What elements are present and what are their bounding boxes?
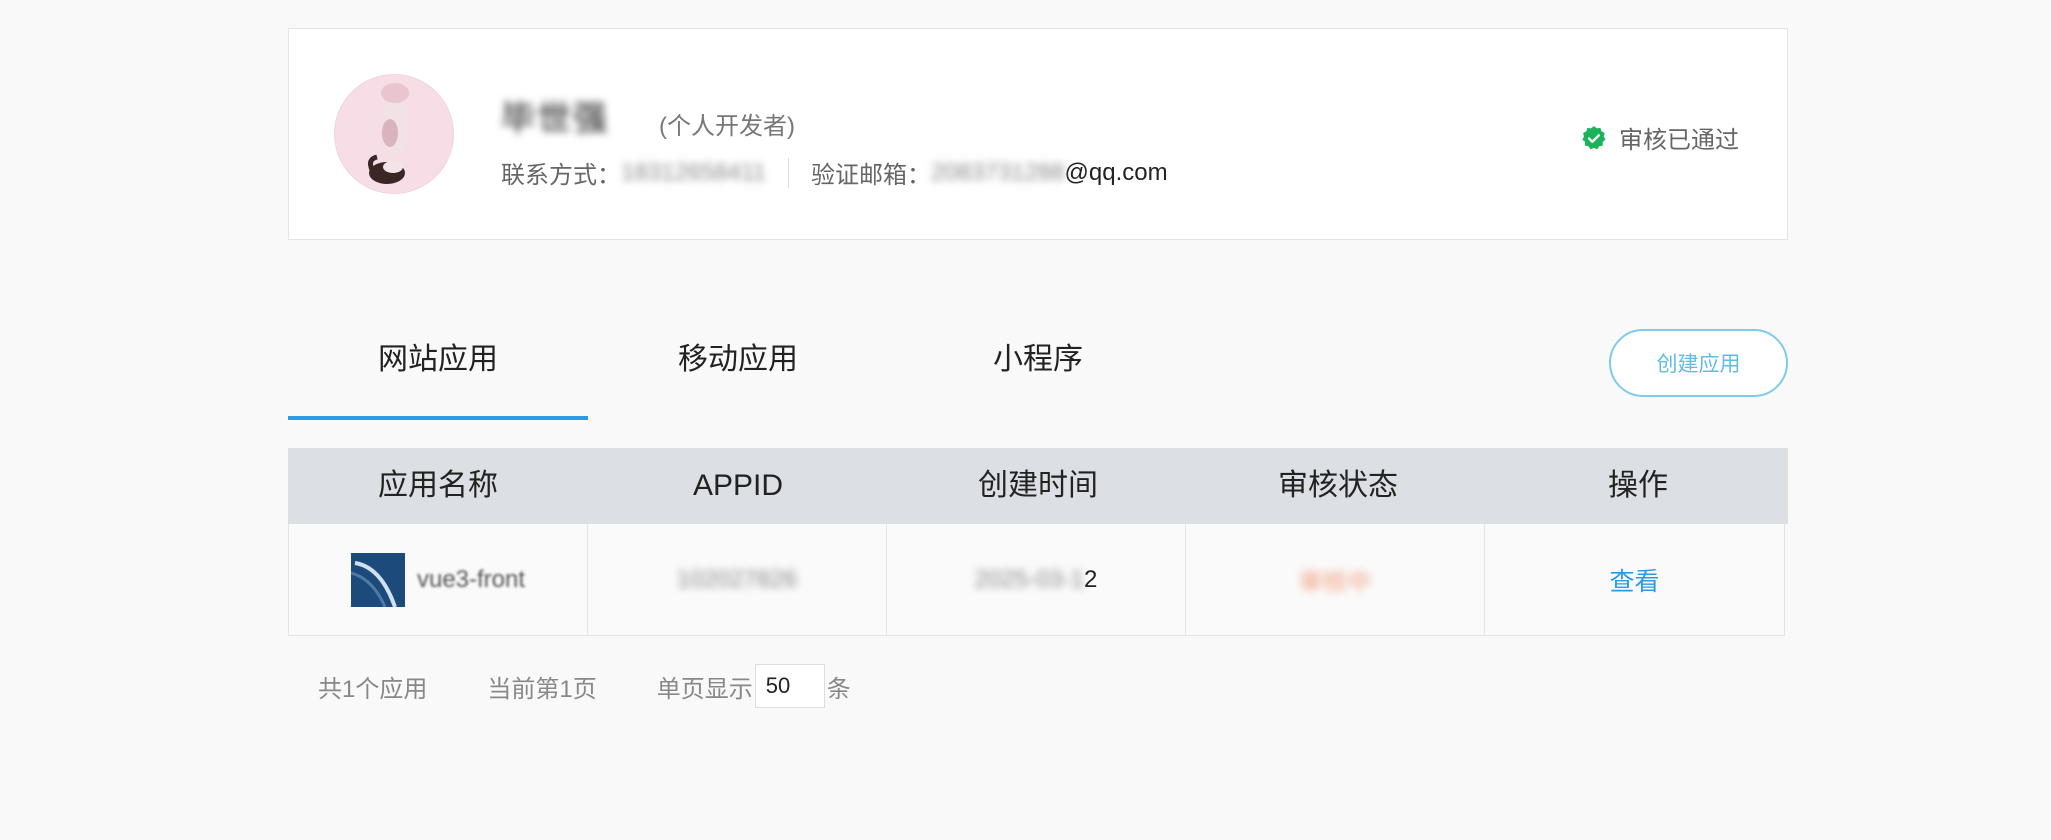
developer-role: (个人开发者) [659,113,795,140]
review-status: 审核已通过 [1581,120,1739,155]
tab-mini-programs[interactable]: 小程序 [888,328,1188,424]
app-icon [350,552,405,607]
cell-created-time: 2025-03-1 2 [887,524,1186,635]
app-type-tabs: 网站应用 移动应用 小程序 [288,328,1188,424]
tab-website-apps[interactable]: 网站应用 [288,328,588,424]
created-time-masked: 2025-03-1 [974,565,1085,593]
table-row: vue3-front 102027826 2025-03-1 2 审核中 查看 [288,524,1785,636]
developer-name-text: 毕世强 [501,100,609,138]
current-page: 当前第1页 [487,675,597,703]
developer-name: 毕世强 [501,91,631,138]
header-actions: 操作 [1608,469,1668,502]
review-status-text: 审核已通过 [1619,127,1739,154]
total-apps: 共1个应用 [318,675,428,703]
email-label: 验证邮箱： [811,162,932,189]
create-app-button[interactable]: 创建应用 [1609,329,1788,397]
per-page-input[interactable] [754,664,825,708]
header-appid: APPID [692,469,784,502]
cell-actions: 查看 [1485,524,1784,635]
created-time-tail: 2 [1084,565,1098,593]
cell-review-status: 审核中 [1186,524,1485,635]
avatar [334,74,454,194]
header-review-status: 审核状态 [1278,469,1398,502]
per-page-unit: 条 [826,675,851,703]
tab-mobile-apps[interactable]: 移动应用 [588,328,888,424]
cell-app-name: vue3-front [289,524,588,635]
developer-profile-card: 毕世强 (个人开发者) 联系方式： 18312658411 验证邮箱： 2083… [288,28,1788,240]
app-name-text: vue3-front [416,565,526,593]
cell-appid: 102027826 [588,524,887,635]
table-header: 应用名称 APPID 创建时间 审核状态 操作 [288,448,1788,524]
per-page-label: 单页显示 [656,675,753,703]
view-app-link[interactable]: 查看 [1609,562,1659,598]
apps-table: 应用名称 APPID 创建时间 审核状态 操作 vue3-front 10202… [288,448,1788,636]
cat-avatar-icon [335,75,453,193]
email-domain: @qq.com [1064,158,1168,186]
contact-value: 18312658411 [621,158,767,186]
header-app-name: 应用名称 [378,469,498,502]
divider [788,157,790,188]
header-created-time: 创建时间 [978,469,1098,502]
appid-text: 102027826 [676,565,798,593]
contact-label: 联系方式： [501,162,621,189]
app-review-status: 审核中 [1299,569,1371,596]
pagination: 共1个应用 当前第1页 单页显示 条 [318,664,851,708]
check-badge-icon [1582,125,1606,149]
contact-row: 联系方式： 18312658411 验证邮箱： 2083731288 @qq.c… [501,155,1168,190]
email-masked: 2083731288 [931,158,1065,186]
